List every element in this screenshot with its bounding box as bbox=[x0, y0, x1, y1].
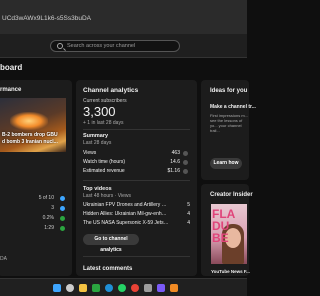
summary-title: Summary bbox=[83, 133, 109, 139]
url-text[interactable]: UCd3wAWx9L1k6-s5Ss3buDA bbox=[2, 15, 91, 22]
stat-indicator-icon bbox=[60, 206, 65, 211]
go-to-analytics-button[interactable]: Go to channel analytics bbox=[83, 234, 139, 253]
metric-watch-time: Watch time (hours) 14.6 bbox=[83, 159, 190, 167]
ideas-text: First impressions m... see the lessons o… bbox=[210, 113, 249, 133]
search-input[interactable]: Search across your channel bbox=[67, 43, 135, 49]
creator-insider-title: Creator Insider bbox=[210, 192, 253, 198]
photos-icon[interactable] bbox=[170, 284, 178, 292]
stat-value: 0.2% bbox=[42, 215, 54, 221]
search-taskbar-icon[interactable] bbox=[66, 284, 74, 292]
ideas-subtitle: Make a channel tr... bbox=[210, 104, 256, 110]
metric-label: Estimated revenue bbox=[83, 168, 125, 174]
trend-icon bbox=[183, 151, 188, 156]
top-video-row[interactable]: Ukrainian FPV Drones and Artillery Destr… bbox=[83, 202, 190, 210]
top-video-count: 4 bbox=[187, 220, 190, 226]
metric-revenue: Estimated revenue $1.16 bbox=[83, 168, 190, 176]
stat-row: 3 bbox=[0, 205, 68, 213]
trend-icon bbox=[183, 160, 188, 165]
metric-label: Views bbox=[83, 150, 97, 156]
metric-views: Views 463 bbox=[83, 150, 190, 158]
search-box[interactable]: Search across your channel bbox=[50, 40, 180, 52]
video-performance-card: rmance B-2 bombers drop GBU d bomb 3 Ira… bbox=[0, 80, 72, 276]
studio-header: Search across your channel bbox=[0, 34, 247, 58]
chrome-icon[interactable] bbox=[131, 284, 139, 292]
top-video-count: 4 bbox=[187, 211, 190, 217]
metric-label: Watch time (hours) bbox=[83, 159, 126, 165]
performance-title: rmance bbox=[0, 87, 22, 93]
top-videos-period: Last 48 hours · Views bbox=[83, 193, 131, 199]
top-videos-title: Top videos bbox=[83, 186, 112, 192]
stat-row: 1:29 bbox=[0, 225, 68, 233]
edge-icon[interactable] bbox=[105, 284, 113, 292]
analytics-title: Channel analytics bbox=[83, 87, 139, 94]
top-video-title[interactable]: Ukrainian FPV Drones and Artillery Destr… bbox=[83, 202, 169, 208]
stat-row: 0.2% bbox=[0, 215, 68, 223]
metric-value: 463 bbox=[171, 150, 180, 156]
creator-insider-thumbnail[interactable]: FLA DU BE bbox=[211, 204, 247, 264]
browser-icon[interactable] bbox=[92, 284, 100, 292]
start-icon[interactable] bbox=[53, 284, 61, 292]
top-video-row[interactable]: Hidden Allies: Ukrainian Mil-gw-enhanced… bbox=[83, 211, 190, 219]
summary-period: Last 28 days bbox=[83, 140, 112, 146]
divider bbox=[83, 180, 190, 181]
stat-value: 1:29 bbox=[44, 225, 54, 231]
top-video-title[interactable]: The US NASA Supersonic X-59 Jets Takeoff… bbox=[83, 220, 169, 226]
divider bbox=[83, 129, 190, 130]
browser-url-bar[interactable]: UCd3wAWx9L1k6-s5Ss3buDA bbox=[0, 0, 247, 34]
stat-value: 3 bbox=[51, 205, 54, 211]
stat-indicator-icon bbox=[60, 216, 65, 221]
latest-comments-title: Latest comments bbox=[83, 266, 133, 272]
stat-indicator-icon bbox=[60, 226, 65, 231]
learn-how-button[interactable]: Learn how bbox=[210, 158, 242, 169]
search-icon[interactable] bbox=[57, 43, 63, 49]
channel-analytics-card: Channel analytics Current subscribers 3,… bbox=[76, 80, 197, 276]
thumbnail-caption: B-2 bombers drop GBU d bomb 3 Iranian nu… bbox=[2, 132, 58, 145]
video-thumbnail[interactable]: B-2 bombers drop GBU d bomb 3 Iranian nu… bbox=[0, 98, 66, 152]
top-video-count: 5 bbox=[187, 202, 190, 208]
divider bbox=[83, 256, 190, 257]
subscribers-change: + 1 in last 28 days bbox=[83, 120, 124, 126]
metric-value: 14.6 bbox=[170, 159, 180, 165]
settings-icon[interactable] bbox=[144, 284, 152, 292]
subscribers-count: 3,300 bbox=[83, 104, 116, 119]
whatsapp-icon[interactable] bbox=[118, 284, 126, 292]
top-video-row[interactable]: The US NASA Supersonic X-59 Jets Takeoff… bbox=[83, 220, 190, 228]
ideas-title: Ideas for you bbox=[210, 88, 248, 94]
stat-value: 5 of 10 bbox=[38, 195, 54, 201]
taskbar bbox=[0, 278, 247, 296]
metric-value: $1.16 bbox=[167, 168, 180, 174]
file-explorer-icon[interactable] bbox=[79, 284, 87, 292]
app-icon[interactable] bbox=[157, 284, 165, 292]
page-title: board bbox=[0, 63, 23, 72]
thumbnail-overlay-text: FLA DU BE bbox=[212, 207, 236, 245]
top-video-title[interactable]: Hidden Allies: Ukrainian Mil-gw-enhanced… bbox=[83, 211, 169, 217]
stat-row: 5 of 10 bbox=[0, 195, 68, 203]
trend-icon bbox=[183, 169, 188, 174]
stat-indicator-icon bbox=[60, 196, 65, 201]
performance-footer: DA bbox=[0, 256, 7, 262]
creator-insider-caption[interactable]: YouTube News F... bbox=[211, 269, 250, 274]
